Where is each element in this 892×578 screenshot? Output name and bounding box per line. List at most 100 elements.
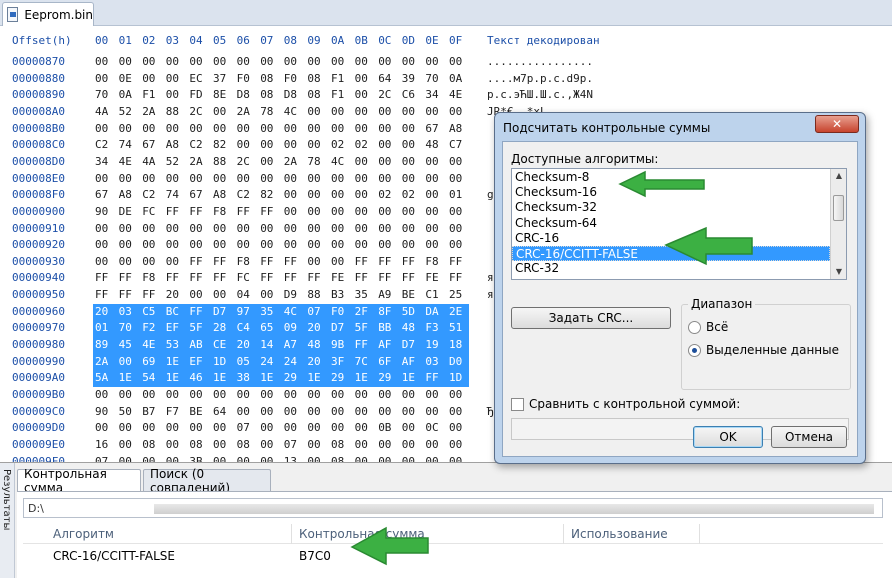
hex-byte[interactable]: 13 (284, 454, 297, 462)
hex-byte[interactable]: 00 (142, 54, 155, 70)
hex-byte[interactable]: 4A (142, 154, 155, 170)
hex-byte[interactable]: 00 (402, 104, 415, 120)
hex-byte[interactable]: F7 (166, 404, 179, 420)
hex-byte[interactable]: 29 (378, 370, 392, 387)
hex-byte[interactable]: 00 (425, 454, 438, 462)
hex-byte[interactable]: 29 (331, 370, 345, 387)
hex-byte[interactable]: F8 (237, 254, 250, 270)
hex-byte[interactable]: 34 (425, 87, 438, 103)
hex-byte[interactable]: 00 (284, 237, 297, 253)
hex-byte[interactable]: 48 (307, 337, 321, 354)
hex-byte[interactable]: 04 (237, 287, 250, 303)
hex-byte[interactable]: FE (425, 270, 438, 286)
hex-byte[interactable]: 00 (213, 237, 226, 253)
hex-byte[interactable]: 00 (260, 121, 273, 137)
hex-byte[interactable]: 00 (119, 387, 132, 403)
hex-byte[interactable]: FF (95, 287, 108, 303)
hex-byte[interactable]: 00 (260, 387, 273, 403)
hex-byte[interactable]: 02 (355, 137, 368, 153)
hex-byte[interactable]: 2F (354, 303, 368, 320)
tab-search[interactable]: Поиск (0 совпадений) (143, 467, 271, 495)
hex-byte[interactable]: 00 (331, 104, 344, 120)
hex-byte[interactable]: 52 (166, 154, 179, 170)
hex-byte[interactable]: 08 (142, 437, 155, 453)
hex-byte[interactable]: 00 (355, 171, 368, 187)
hex-byte[interactable]: 00 (425, 54, 438, 70)
hex-byte[interactable]: DA (425, 303, 439, 320)
hex-byte[interactable]: FF (355, 254, 368, 270)
hex-byte[interactable]: 00 (260, 454, 273, 462)
hex-byte[interactable]: 00 (284, 137, 297, 153)
hex-byte[interactable]: 2C (378, 87, 391, 103)
hex-byte[interactable]: 00 (307, 254, 320, 270)
hex-byte[interactable]: C6 (402, 87, 415, 103)
hex-byte[interactable]: 00 (213, 54, 226, 70)
hex-byte[interactable]: 45 (118, 337, 132, 354)
hex-byte[interactable]: 00 (449, 387, 462, 403)
hex-byte[interactable]: 00 (95, 54, 108, 70)
hex-byte[interactable]: BC (165, 303, 180, 320)
hex-byte[interactable]: 00 (189, 287, 202, 303)
hex-byte[interactable]: 00 (355, 104, 368, 120)
hex-byte[interactable]: 00 (449, 204, 462, 220)
hex-byte[interactable]: 00 (95, 420, 108, 436)
col-algorithm[interactable]: Алгоритм (53, 527, 114, 541)
hex-byte[interactable]: 00 (355, 454, 368, 462)
hex-byte[interactable]: FF (307, 270, 320, 286)
algorithm-list-item[interactable]: Checksum-32 (512, 200, 830, 215)
hex-byte[interactable]: 35 (355, 287, 368, 303)
hex-byte[interactable]: FC (237, 270, 250, 286)
hex-byte[interactable]: 00 (307, 204, 320, 220)
hex-byte[interactable]: 00 (307, 171, 320, 187)
hex-byte[interactable]: 64 (213, 404, 226, 420)
hex-byte[interactable]: 07 (307, 303, 321, 320)
hex-byte[interactable]: 00 (213, 454, 226, 462)
hex-byte[interactable]: 50 (119, 404, 132, 420)
hex-byte[interactable]: 00 (189, 121, 202, 137)
hex-byte[interactable]: 20 (236, 337, 250, 354)
hex-byte[interactable]: EF (189, 353, 203, 370)
hex-byte[interactable]: 9B (331, 337, 345, 354)
hex-byte[interactable]: 69 (142, 353, 156, 370)
hex-byte[interactable]: 67 (189, 187, 202, 203)
hex-byte[interactable]: FC (142, 204, 155, 220)
hex-byte[interactable]: 00 (425, 154, 438, 170)
hex-byte[interactable]: 8E (213, 87, 226, 103)
hex-byte[interactable]: 00 (402, 54, 415, 70)
hex-byte[interactable]: 00 (142, 254, 155, 270)
hex-byte[interactable]: 00 (355, 71, 368, 87)
hex-byte[interactable]: 00 (95, 254, 108, 270)
hex-byte[interactable]: 48 (401, 320, 416, 337)
hex-byte[interactable]: 00 (260, 137, 273, 153)
range-selected-radio[interactable] (688, 344, 701, 357)
hex-byte[interactable]: 05 (236, 353, 250, 370)
hex-byte[interactable]: 00 (355, 204, 368, 220)
hex-byte[interactable]: 00 (237, 454, 250, 462)
hex-byte[interactable]: 00 (284, 221, 297, 237)
hex-byte[interactable]: 00 (142, 121, 155, 137)
hex-byte[interactable]: F3 (425, 320, 439, 337)
hex-byte[interactable]: FF (402, 270, 415, 286)
hex-byte[interactable]: B7 (142, 404, 155, 420)
hex-byte[interactable]: 00 (213, 437, 226, 453)
hex-byte[interactable]: 00 (331, 237, 344, 253)
hex-byte[interactable]: 88 (166, 104, 179, 120)
hex-byte[interactable]: 1E (165, 353, 180, 370)
hex-byte[interactable]: 00 (95, 387, 108, 403)
hex-byte[interactable]: FF (402, 254, 415, 270)
hex-byte[interactable]: 07 (284, 437, 297, 453)
hex-byte[interactable]: FF (260, 254, 273, 270)
hex-byte[interactable]: 00 (378, 171, 391, 187)
hex-byte[interactable]: F0 (237, 71, 250, 87)
hex-byte[interactable]: 2C (189, 104, 202, 120)
hex-byte[interactable]: 00 (142, 454, 155, 462)
hex-byte[interactable]: 00 (213, 171, 226, 187)
hex-byte[interactable]: A8 (449, 121, 462, 137)
hex-byte[interactable]: 00 (189, 221, 202, 237)
hex-byte[interactable]: F8 (425, 254, 438, 270)
hex-byte[interactable]: 00 (142, 237, 155, 253)
scroll-thumb[interactable] (833, 195, 844, 221)
hex-byte[interactable]: 00 (95, 121, 108, 137)
hex-byte[interactable]: 4E (119, 154, 132, 170)
hex-byte[interactable]: 00 (260, 171, 273, 187)
